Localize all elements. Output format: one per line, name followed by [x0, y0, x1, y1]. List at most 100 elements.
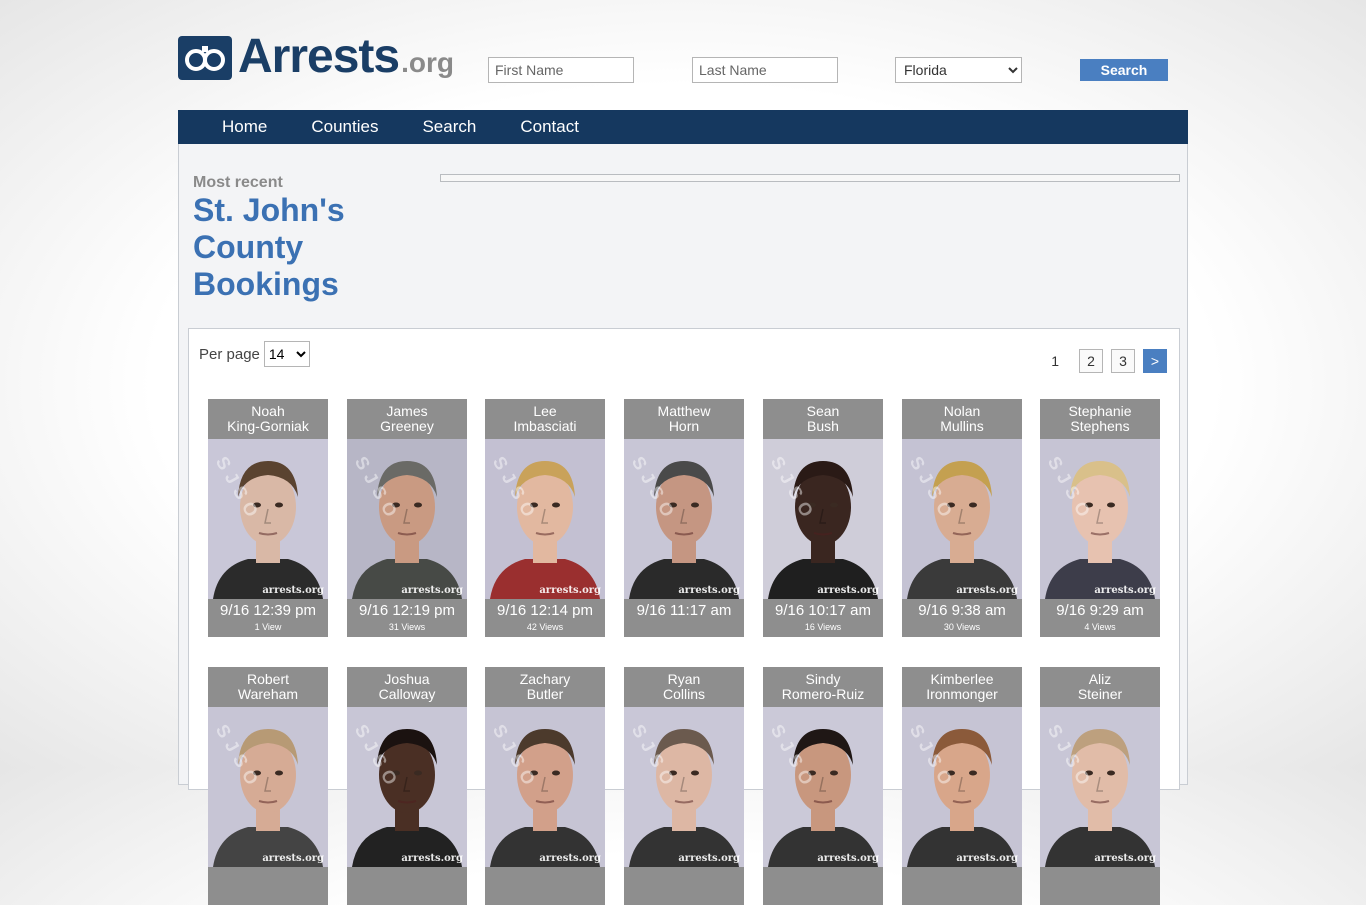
mugshot-photo[interactable]: SJSO arrests.org [763, 439, 883, 599]
booking-name: Joshua Calloway [347, 667, 467, 707]
search-button[interactable]: Search [1080, 59, 1168, 81]
booking-name: Lee Imbasciati [485, 399, 605, 439]
mugshot-photo[interactable]: SJSO arrests.org [485, 439, 605, 599]
booking-last-name: Calloway [378, 686, 436, 702]
booking-name: Sindy Romero-Ruiz [763, 667, 883, 707]
site-logo[interactable]: Arrests .org [178, 30, 454, 83]
booking-card[interactable]: Sindy Romero-Ruiz SJSO arrests.org [763, 667, 883, 905]
booking-time: 9/16 12:39 pm [220, 602, 316, 619]
booking-first-name: Sindy [805, 671, 841, 687]
booking-views: 42 Views [526, 622, 564, 632]
booking-card[interactable]: Aliz Steiner SJSO arrests.org [1040, 667, 1160, 905]
booking-first-name: Matthew [657, 403, 711, 419]
main-nav: Home Counties Search Contact [178, 110, 1188, 144]
mugshot-photo[interactable]: SJSO arrests.org [624, 439, 744, 599]
site-watermark: arrests.org [539, 853, 601, 864]
booking-first-name: Kimberlee [930, 671, 994, 687]
booking-views: 16 Views [804, 622, 842, 632]
page-title: St. John's County Bookings [193, 192, 345, 302]
mugshot-photo[interactable]: SJSO arrests.org [1040, 439, 1160, 599]
current-page: 1 [1051, 353, 1059, 369]
booking-card[interactable]: Nolan Mullins SJSO arrests.org 9/16 9:38 am 3… [902, 399, 1022, 637]
booking-last-name: Romero-Ruiz [781, 686, 865, 702]
booking-views: 31 Views [388, 622, 426, 632]
booking-views: 1 View [254, 622, 282, 632]
booking-last-name: King-Gorniak [227, 418, 309, 434]
booking-last-name: Imbasciati [513, 418, 577, 434]
site-watermark: arrests.org [401, 585, 463, 596]
nav-home[interactable]: Home [222, 117, 267, 137]
booking-card[interactable]: Lee Imbasciati SJSO arrests.org 9/16 12:14 p… [485, 399, 605, 637]
nav-contact[interactable]: Contact [520, 117, 579, 137]
booking-views: 30 Views [943, 622, 981, 632]
logo-wordmark: Arrests [238, 30, 400, 83]
booking-card[interactable]: Zachary Butler SJSO arrests.org [485, 667, 605, 905]
state-select[interactable]: Florida [895, 57, 1022, 83]
booking-card[interactable]: James Greeney SJSO arrests.org 9/16 12:19 pm… [347, 399, 467, 637]
booking-first-name: Robert [246, 671, 290, 687]
booking-first-name: Stephanie [1068, 403, 1132, 419]
per-page-select[interactable]: 14 [263, 341, 310, 367]
main-content: Most recent St. John's County Bookings P… [178, 144, 1188, 905]
booking-card[interactable]: Matthew Horn SJSO arrests.org 9/16 11:17 am [624, 399, 744, 637]
booking-card[interactable]: Ryan Collins SJSO arrests.org [624, 667, 744, 905]
booking-card[interactable]: Sean Bush SJSO arrests.org 9/16 10:17 am 16 V… [763, 399, 883, 637]
booking-first-name: Sean [806, 403, 840, 419]
next-page-button[interactable]: > [1143, 349, 1167, 373]
booking-last-name: Wareham [237, 686, 299, 702]
mugshot-photo[interactable]: SJSO arrests.org [347, 707, 467, 867]
page-link-2[interactable]: 2 [1079, 349, 1103, 373]
booking-card[interactable]: Robert Wareham SJSO arrests.org [208, 667, 328, 905]
booking-name: Zachary Butler [485, 667, 605, 707]
booking-name: James Greeney [347, 399, 467, 439]
mugshot-photo[interactable]: SJSO arrests.org [902, 439, 1022, 599]
handcuffs-logo-icon [178, 36, 232, 80]
booking-last-name: Greeney [380, 418, 434, 434]
booking-first-name: Lee [533, 403, 557, 419]
booking-card[interactable]: Joshua Calloway SJSO arrests.org [347, 667, 467, 905]
booking-time: 9/16 9:29 am [1056, 602, 1144, 619]
nav-search[interactable]: Search [422, 117, 476, 137]
nav-counties[interactable]: Counties [311, 117, 378, 137]
booking-time: 9/16 10:17 am [775, 602, 871, 619]
booking-last-name: Stephens [1070, 418, 1130, 434]
booking-last-name: Ironmonger [926, 686, 998, 702]
logo-tld: .org [401, 47, 454, 78]
booking-first-name: Zachary [519, 671, 571, 687]
booking-first-name: Joshua [384, 671, 430, 687]
booking-first-name: Noah [251, 403, 285, 419]
site-watermark: arrests.org [956, 853, 1018, 864]
per-page-control: Per page 14 [199, 341, 310, 367]
booking-name: Kimberlee Ironmonger [902, 667, 1022, 707]
mugshot-photo[interactable]: SJSO arrests.org [1040, 707, 1160, 867]
booking-last-name: Horn [668, 418, 700, 434]
booking-card[interactable]: Kimberlee Ironmonger SJSO arrests.org [902, 667, 1022, 905]
booking-card[interactable]: Stephanie Stephens SJSO arrests.org 9/16 9:2… [1040, 399, 1160, 637]
site-watermark: arrests.org [262, 585, 324, 596]
booking-name: Nolan Mullins [902, 399, 1022, 439]
site-watermark: arrests.org [539, 585, 601, 596]
booking-card[interactable]: Noah King-Gorniak SJSO arrests.org 9/16 12:3… [208, 399, 328, 637]
booking-last-name: Butler [526, 686, 564, 702]
most-recent-label: Most recent [193, 174, 283, 191]
bookings-panel: Per page 14 1 2 3 > Noah King-Gorniak SJSO… [188, 328, 1180, 905]
mugshot-photo[interactable]: SJSO arrests.org [763, 707, 883, 867]
last-name-input[interactable] [692, 57, 838, 83]
booking-time: 9/16 9:38 am [918, 602, 1006, 619]
per-page-label: Per page [199, 345, 260, 363]
mugshot-photo[interactable]: SJSO arrests.org [347, 439, 467, 599]
site-watermark: arrests.org [262, 853, 324, 864]
booking-last-name: Steiner [1077, 686, 1123, 702]
mugshot-photo[interactable]: SJSO arrests.org [624, 707, 744, 867]
mugshot-photo[interactable]: SJSO arrests.org [208, 439, 328, 599]
booking-time: 9/16 12:14 pm [497, 602, 593, 619]
mugshot-photo[interactable]: SJSO arrests.org [208, 707, 328, 867]
first-name-input[interactable] [488, 57, 634, 83]
mugshot-photo[interactable]: SJSO arrests.org [485, 707, 605, 867]
booking-name: Sean Bush [763, 399, 883, 439]
ad-placeholder [440, 174, 1180, 182]
page-link-3[interactable]: 3 [1111, 349, 1135, 373]
booking-last-name: Bush [807, 418, 839, 434]
mugshot-photo[interactable]: SJSO arrests.org [902, 707, 1022, 867]
booking-time: 9/16 11:17 am [636, 602, 732, 619]
